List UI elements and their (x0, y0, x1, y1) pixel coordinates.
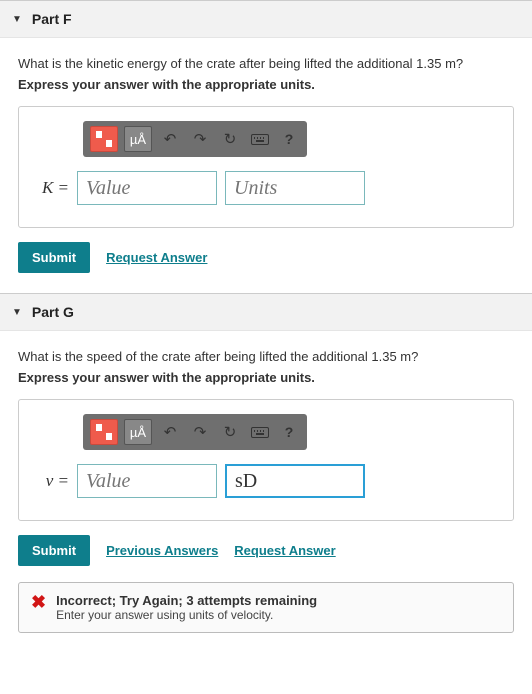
part-body: What is the speed of the crate after bei… (0, 331, 532, 653)
keyboard-icon[interactable] (248, 420, 272, 444)
value-input[interactable] (77, 171, 217, 205)
templates-icon[interactable] (90, 419, 118, 445)
submit-button[interactable]: Submit (18, 242, 90, 273)
collapse-icon[interactable]: ▼ (12, 14, 22, 25)
equation-toolbar: µÅ ↶ ↷ ↻ ? (83, 414, 307, 450)
submit-button[interactable]: Submit (18, 535, 90, 566)
greek-button[interactable]: µÅ (124, 126, 152, 152)
action-row: Submit Request Answer (18, 242, 514, 273)
part-g: ▼ Part G What is the speed of the crate … (0, 293, 532, 653)
incorrect-icon: ✖ (31, 593, 46, 611)
units-input[interactable] (225, 464, 365, 498)
feedback-line2: Enter your answer using units of velocit… (56, 608, 317, 622)
feedback-text: Incorrect; Try Again; 3 attempts remaini… (56, 593, 317, 622)
feedback-line1: Incorrect; Try Again; 3 attempts remaini… (56, 593, 317, 608)
instruction-text: Express your answer with the appropriate… (18, 370, 514, 385)
part-title: Part F (32, 11, 72, 27)
variable-label: K = (37, 178, 69, 198)
collapse-icon[interactable]: ▼ (12, 307, 22, 318)
reset-icon[interactable]: ↻ (218, 127, 242, 151)
answer-card: µÅ ↶ ↷ ↻ ? v = (18, 399, 514, 521)
redo-icon[interactable]: ↷ (188, 420, 212, 444)
equation-toolbar: µÅ ↶ ↷ ↻ ? (83, 121, 307, 157)
part-header[interactable]: ▼ Part G (0, 294, 532, 331)
greek-button[interactable]: µÅ (124, 419, 152, 445)
answer-row: v = (37, 464, 495, 498)
previous-answers-link[interactable]: Previous Answers (106, 543, 218, 558)
answer-row: K = (37, 171, 495, 205)
feedback-box: ✖ Incorrect; Try Again; 3 attempts remai… (18, 582, 514, 633)
request-answer-link[interactable]: Request Answer (106, 250, 207, 265)
action-row: Submit Previous Answers Request Answer (18, 535, 514, 566)
question-text: What is the speed of the crate after bei… (18, 349, 514, 364)
part-title: Part G (32, 304, 74, 320)
units-input[interactable] (225, 171, 365, 205)
undo-icon[interactable]: ↶ (158, 420, 182, 444)
answer-card: µÅ ↶ ↷ ↻ ? K = (18, 106, 514, 228)
keyboard-icon[interactable] (248, 127, 272, 151)
variable-label: v = (37, 471, 69, 491)
redo-icon[interactable]: ↷ (188, 127, 212, 151)
part-body: What is the kinetic energy of the crate … (0, 38, 532, 293)
help-icon[interactable]: ? (278, 421, 300, 443)
value-input[interactable] (77, 464, 217, 498)
reset-icon[interactable]: ↻ (218, 420, 242, 444)
help-icon[interactable]: ? (278, 128, 300, 150)
part-header[interactable]: ▼ Part F (0, 1, 532, 38)
instruction-text: Express your answer with the appropriate… (18, 77, 514, 92)
templates-icon[interactable] (90, 126, 118, 152)
question-text: What is the kinetic energy of the crate … (18, 56, 514, 71)
undo-icon[interactable]: ↶ (158, 127, 182, 151)
part-f: ▼ Part F What is the kinetic energy of t… (0, 0, 532, 293)
request-answer-link[interactable]: Request Answer (234, 543, 335, 558)
